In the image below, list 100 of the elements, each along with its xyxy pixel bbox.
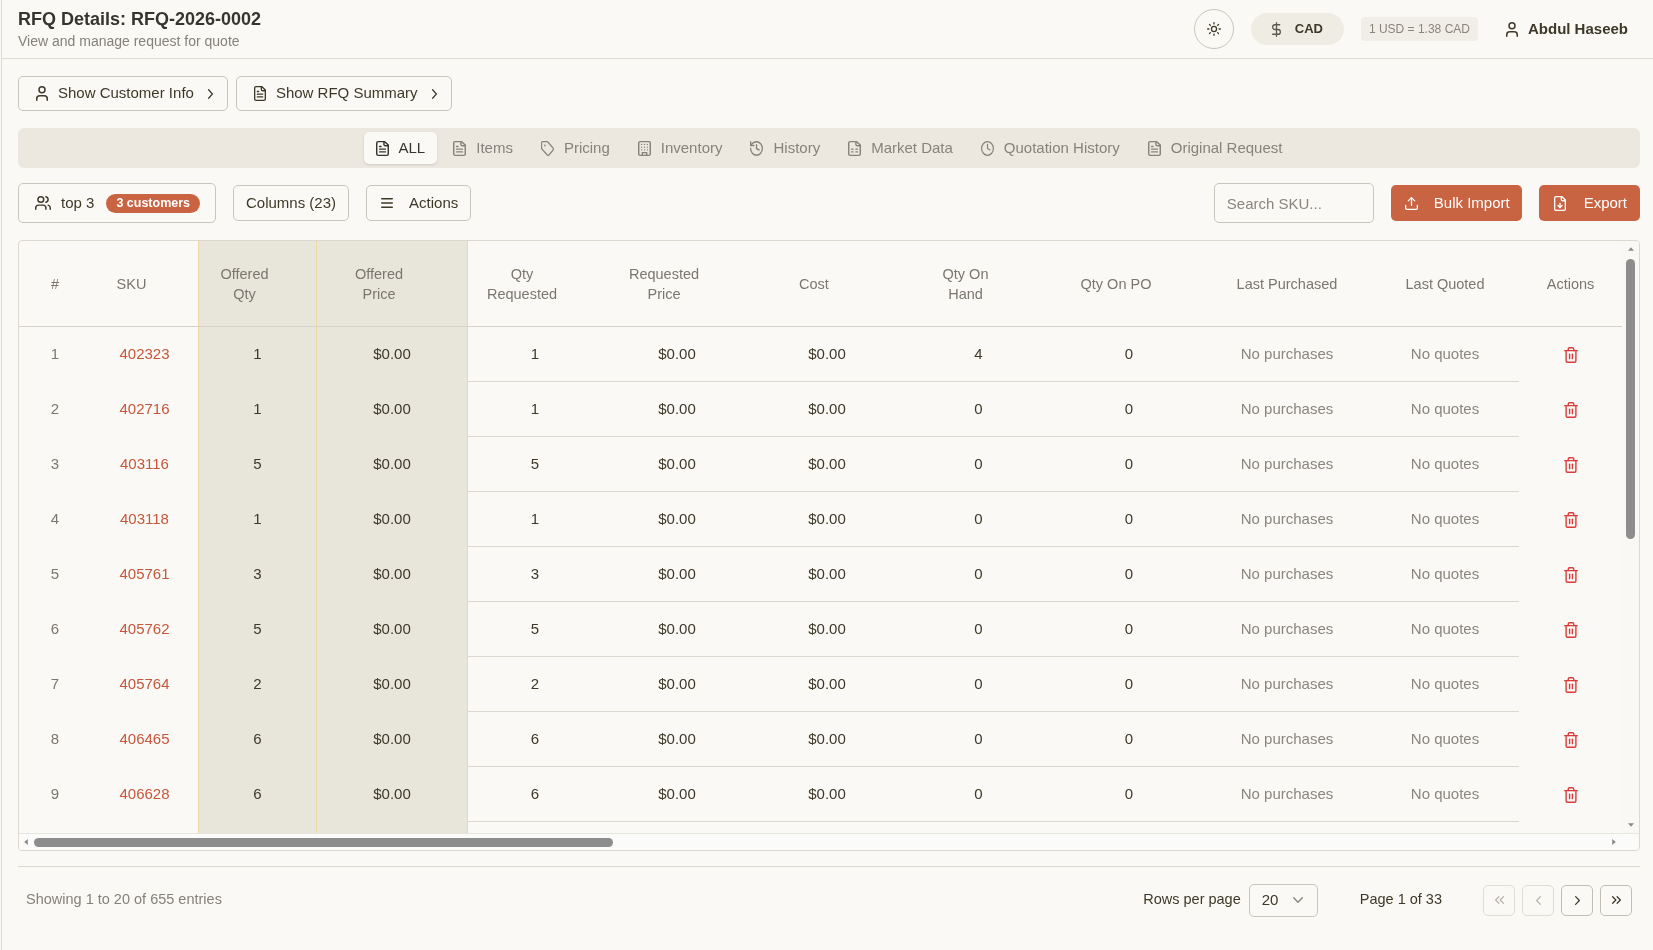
scrollbar-thumb[interactable] <box>1626 259 1635 539</box>
table-cell-text: 8 <box>50 729 60 750</box>
table-cell-text: No purchases <box>1240 618 1334 639</box>
table-cell-text: 1 <box>253 399 262 420</box>
currency-selector[interactable]: CAD <box>1250 13 1344 45</box>
table-cell-text: $0.00 <box>373 784 411 805</box>
table-cell-text: 0 <box>1124 618 1134 639</box>
tab[interactable]: Market Data <box>836 132 965 164</box>
trash-icon <box>1563 676 1578 693</box>
chevrons-left-icon <box>1494 896 1504 904</box>
table-cell-text: 0 <box>1124 728 1134 749</box>
panel-toggle-button[interactable]: Show Customer Info <box>18 76 228 111</box>
scrollbar-thumb[interactable] <box>34 837 613 847</box>
table-cell-text: $0.00 <box>808 398 846 419</box>
trash-icon <box>1563 566 1578 583</box>
delete-button[interactable] <box>1561 509 1580 530</box>
delete-button[interactable] <box>1561 344 1580 365</box>
rows-per-page-label: Rows per page <box>1143 890 1241 910</box>
delete-button[interactable] <box>1561 399 1580 420</box>
horizontal-scrollbar[interactable] <box>19 833 1639 850</box>
table-cell-text: $0.00 <box>658 453 696 474</box>
upload-icon <box>1404 196 1418 210</box>
table-cell-text: 0 <box>1124 673 1134 694</box>
tab[interactable]: Inventory <box>625 132 735 164</box>
table-cell-text: 0 <box>974 618 983 639</box>
table-cell-text: 0 <box>974 398 983 419</box>
table-cell-text: No quotes <box>1410 728 1480 749</box>
panel-toggle-button[interactable]: Show RFQ Summary <box>235 76 452 111</box>
table-cell-text: No quotes <box>1410 673 1480 694</box>
table-cell-text: $0.00 <box>658 563 696 584</box>
table-cell-text: 0 <box>1124 783 1134 804</box>
tab[interactable]: Items <box>441 132 525 164</box>
table-cell-text: 1 <box>530 508 540 529</box>
columns-button[interactable]: Columns (23) <box>233 185 350 221</box>
column-header: Qty On Hand <box>941 264 990 304</box>
sku-link[interactable]: 403116 <box>120 453 169 476</box>
tab[interactable]: Quotation History <box>968 132 1132 164</box>
column-header: Cost <box>798 274 830 294</box>
table-cell-text: 1 <box>50 344 60 365</box>
bulk-import-button[interactable]: Bulk Import <box>1390 185 1522 221</box>
table-cell-text: 3 <box>50 454 60 475</box>
count-badge: 3 customers <box>106 193 201 213</box>
user-menu[interactable]: Abdul Haseeb <box>1505 17 1628 41</box>
sku-link[interactable]: 405764 <box>119 673 170 696</box>
table-cell-text: $0.00 <box>808 728 846 749</box>
sku-link[interactable]: 406628 <box>119 783 170 806</box>
tab[interactable]: History <box>738 132 833 164</box>
sku-link[interactable]: 402716 <box>119 398 170 421</box>
dollar-icon <box>1271 21 1281 37</box>
table-cell-text: 1 <box>253 344 262 365</box>
trash-icon <box>1563 786 1578 803</box>
last-page-button[interactable] <box>1600 884 1632 916</box>
table-cell-text: 5 <box>253 619 262 640</box>
down-triangle-icon <box>1626 822 1635 828</box>
delete-button[interactable] <box>1561 564 1580 585</box>
table-cell-text: No purchases <box>1240 728 1334 749</box>
sku-link[interactable]: 405762 <box>119 618 170 641</box>
sku-link[interactable]: 406465 <box>119 728 170 751</box>
table-cell-text: No quotes <box>1410 563 1480 584</box>
export-button[interactable]: Export <box>1538 185 1640 221</box>
rows-per-page-select[interactable]: 20 <box>1248 883 1318 917</box>
table-cell-text: $0.00 <box>658 398 696 419</box>
actions-menu-button[interactable]: Actions <box>366 185 472 221</box>
menu-icon <box>381 198 394 208</box>
delete-button[interactable] <box>1561 454 1580 475</box>
table-cell-text: $0.00 <box>658 618 696 639</box>
table-cell-text: 1 <box>530 398 540 419</box>
table-cell-text: 3 <box>530 563 540 584</box>
delete-button[interactable] <box>1561 784 1580 805</box>
chevrons-right-icon <box>1611 896 1621 904</box>
table-cell-text: 0 <box>1124 453 1134 474</box>
table-cell-text: No purchases <box>1240 343 1334 364</box>
delete-button[interactable] <box>1561 729 1580 750</box>
table-cell-text: $0.00 <box>808 783 846 804</box>
delete-button[interactable] <box>1561 619 1580 640</box>
table-cell-text: 4 <box>974 343 983 364</box>
tab[interactable]: Pricing <box>528 132 622 164</box>
delete-button[interactable] <box>1561 674 1580 695</box>
table-cell-text: 7 <box>50 674 60 695</box>
sku-link[interactable]: 403118 <box>120 508 169 531</box>
table-cell-text: 2 <box>50 399 60 420</box>
entries-summary: Showing 1 to 20 of 655 entries <box>26 890 222 910</box>
table-cell-text: 5 <box>50 564 60 585</box>
column-header: Qty Requested <box>485 264 559 304</box>
right-triangle-icon <box>1611 838 1617 846</box>
sku-link[interactable]: 402323 <box>119 343 170 366</box>
table-cell-text: $0.00 <box>658 673 696 694</box>
page-subtitle: View and manage request for quote <box>18 32 241 50</box>
table-cell-text: 0 <box>974 673 983 694</box>
tab[interactable]: Original Request <box>1135 132 1295 164</box>
table-cell-text: 6 <box>530 783 540 804</box>
tab[interactable]: ALL <box>363 132 438 164</box>
search-field[interactable]: Search SKU... <box>1213 183 1374 223</box>
chevron-down-icon <box>1292 897 1303 903</box>
sku-link[interactable]: 405761 <box>119 563 170 586</box>
filter-button[interactable]: top 3 3 customers <box>18 183 216 223</box>
table-cell-text: 1 <box>253 509 262 530</box>
column-header: Offered Qty <box>198 241 317 326</box>
table-cell-text: $0.00 <box>373 619 411 640</box>
table-cell-text: 0 <box>1124 508 1134 529</box>
